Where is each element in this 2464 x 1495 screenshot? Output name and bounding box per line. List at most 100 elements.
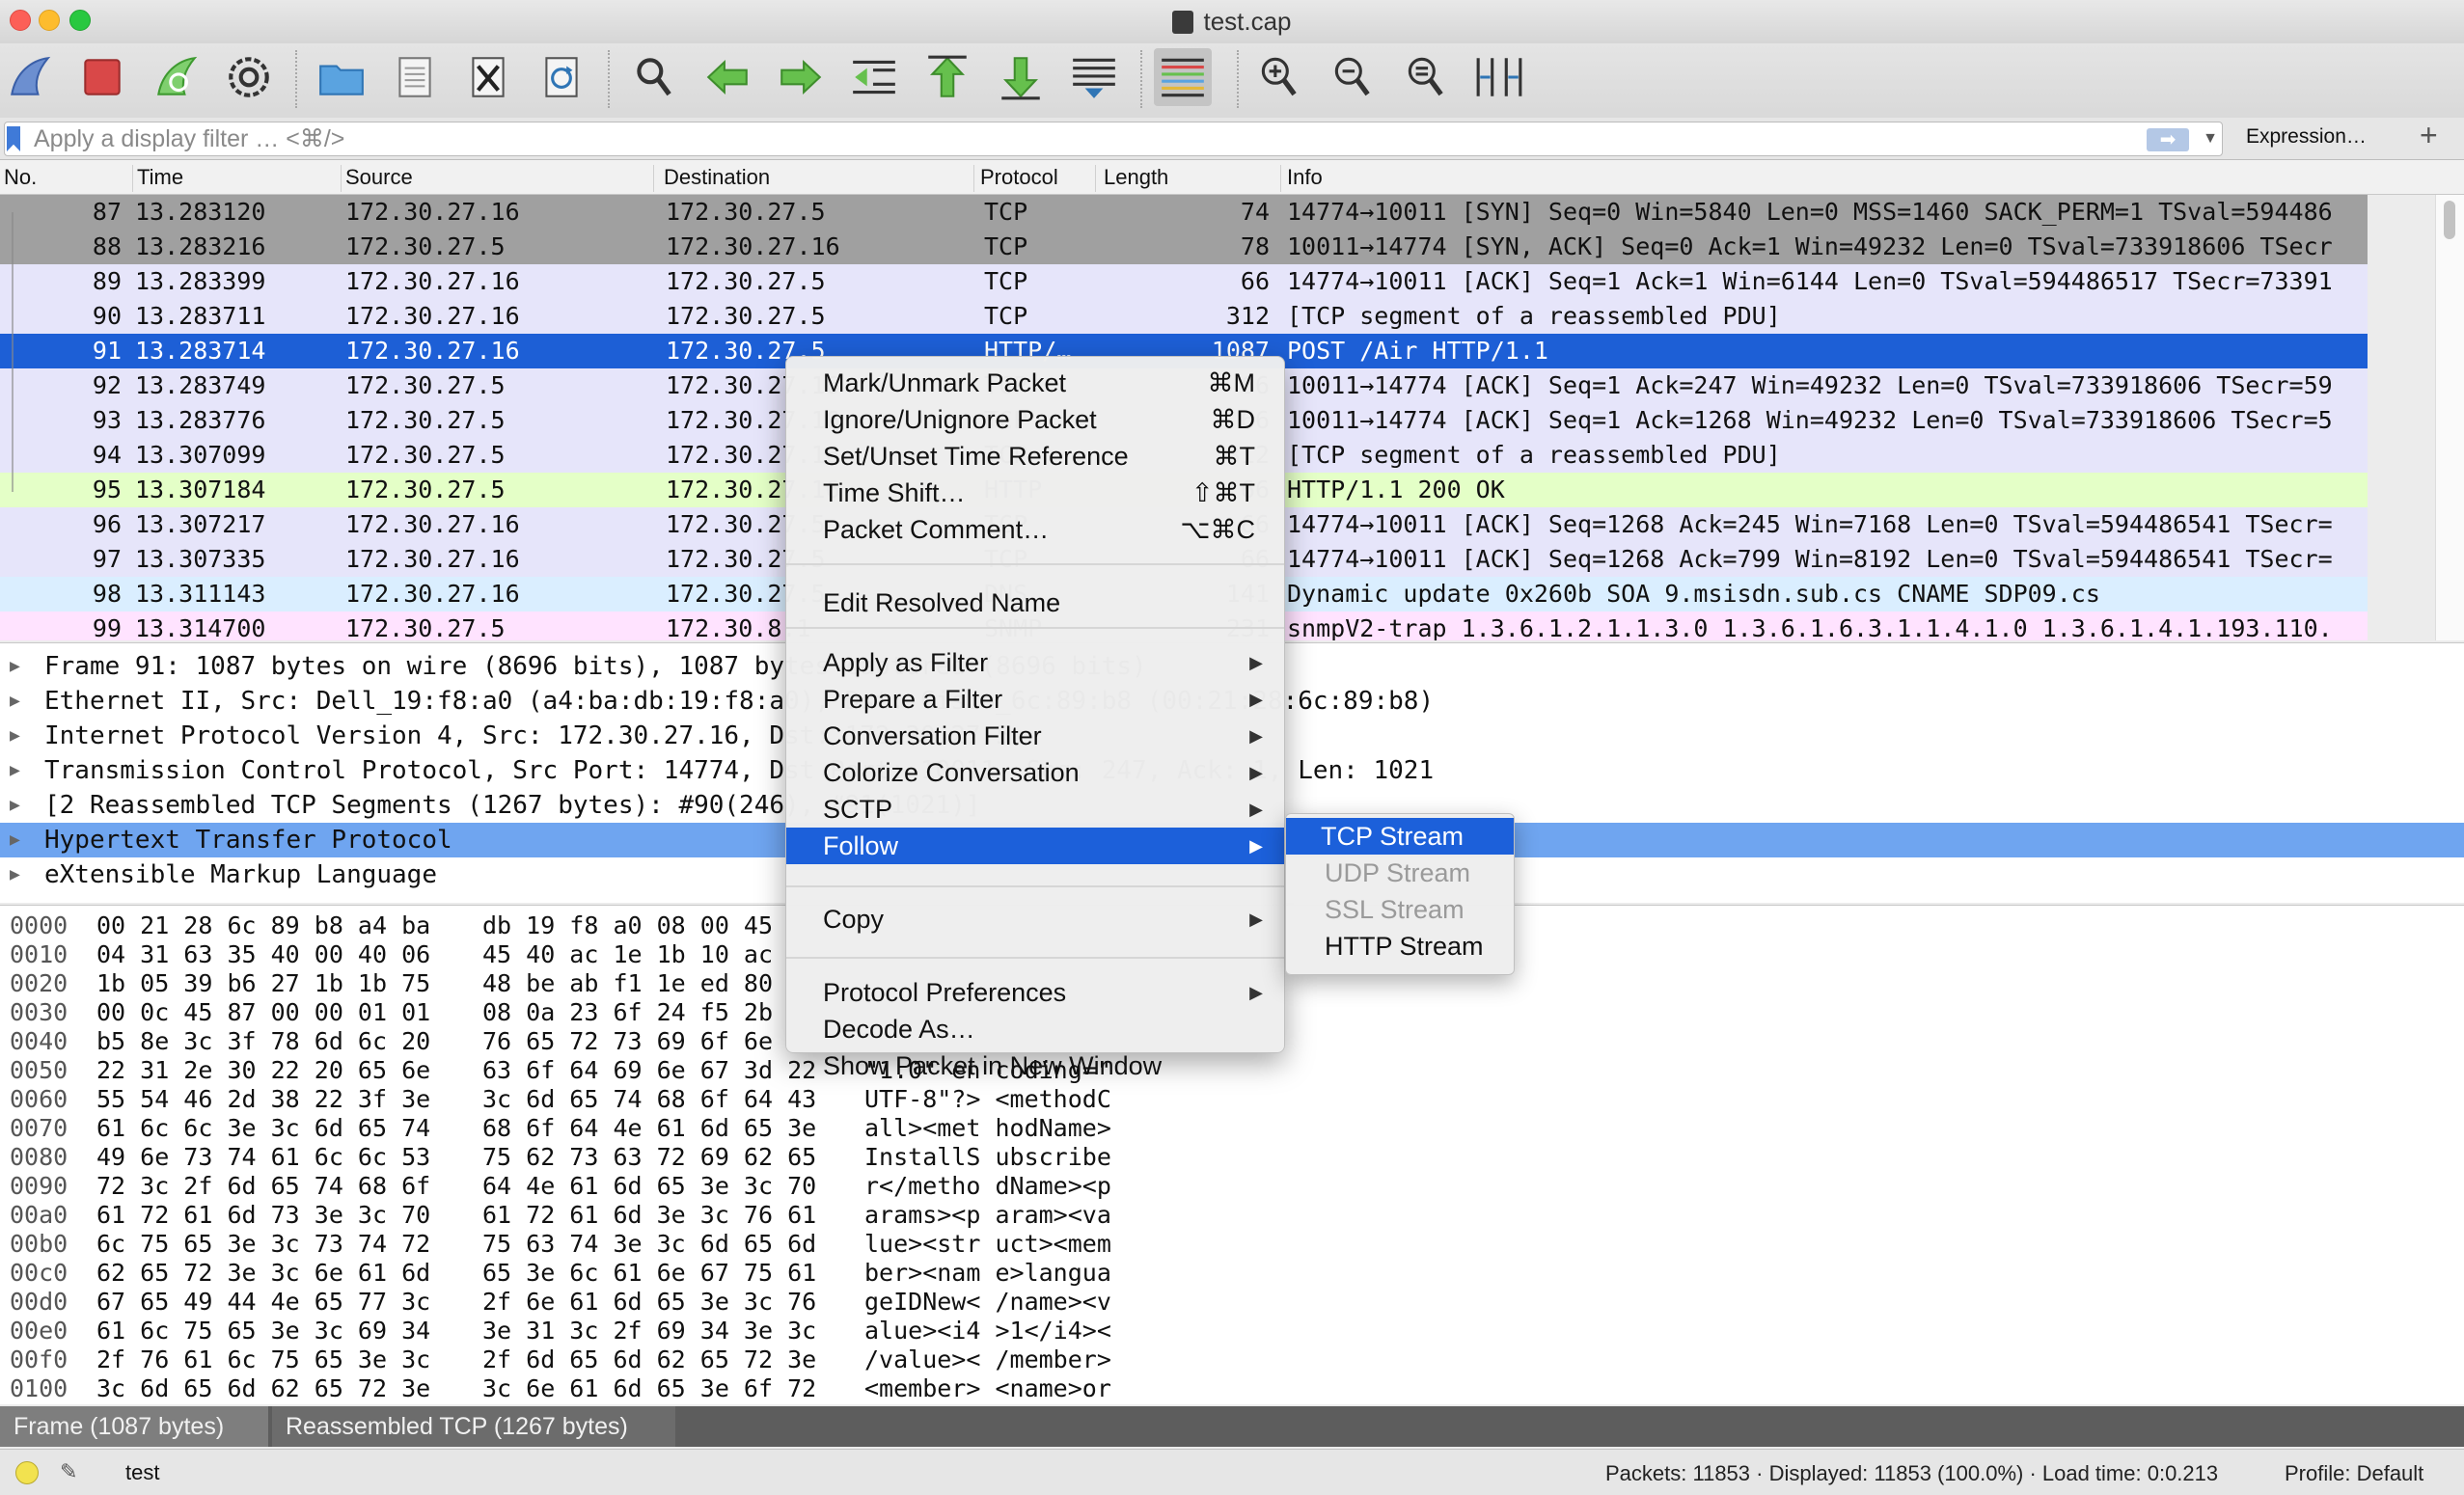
menu-item-sctp[interactable]: SCTP ▶ <box>786 791 1284 828</box>
open-folder-icon[interactable] <box>313 48 370 106</box>
column-header-source[interactable]: Source <box>342 165 654 192</box>
capture-comment-icon[interactable]: ✎ <box>60 1459 77 1484</box>
apply-filter-arrow-icon[interactable]: ➡ <box>2147 128 2189 151</box>
menu-item-show-packet-in-new-window[interactable]: Show Packet in New Window <box>786 1047 1284 1084</box>
zoom-normal-icon[interactable] <box>1397 48 1455 106</box>
submenu-arrow-icon: ▶ <box>1249 800 1263 819</box>
menu-item-colorize-conversation[interactable]: Colorize Conversation ▶ <box>786 754 1284 791</box>
expand-triangle-icon[interactable]: ▶ <box>10 684 20 719</box>
restart-icon[interactable] <box>147 48 205 106</box>
menu-item-edit-resolved-name[interactable]: Edit Resolved Name <box>786 584 1284 621</box>
packet-source: 172.30.27.16 <box>345 302 520 330</box>
hex-bytes: 22 31 2e 30 22 20 65 6e <box>96 1056 431 1084</box>
packet-no-cell: 98 <box>92 580 122 608</box>
shark-fin-start-icon[interactable] <box>0 48 58 106</box>
column-header-protocol[interactable]: Protocol <box>976 165 1096 192</box>
filter-history-chevron-down-icon[interactable]: ▼ <box>2199 124 2222 153</box>
packet-list-scrollbar[interactable] <box>2435 195 2464 640</box>
expand-triangle-icon[interactable]: ▶ <box>10 788 20 823</box>
submenu-arrow-icon: ▶ <box>1249 983 1263 1002</box>
window-title-text: test.cap <box>1203 7 1292 36</box>
autoscroll-icon[interactable] <box>1065 48 1123 106</box>
back-arrow-icon[interactable] <box>698 48 756 106</box>
menu-shortcut: ⌘D <box>1210 405 1256 434</box>
byte-offset: 0010 <box>10 940 68 968</box>
reload-icon[interactable] <box>533 48 590 106</box>
column-header-time[interactable]: Time <box>133 165 342 192</box>
menu-item-copy[interactable]: Copy ▶ <box>786 901 1284 938</box>
hex-bytes: 72 3c 2f 6d 65 74 68 6f <box>96 1172 431 1200</box>
zoom-in-icon[interactable] <box>1250 48 1308 106</box>
conversation-gutter-line <box>12 212 14 492</box>
menu-item-conversation-filter[interactable]: Conversation Filter ▶ <box>786 718 1284 754</box>
packet-protocol: TCP <box>984 198 1028 226</box>
display-filter-input[interactable] <box>34 122 2118 155</box>
status-profile[interactable]: Profile: Default <box>2285 1461 2423 1486</box>
packet-row[interactable]: 87 13.283120 172.30.27.16 172.30.27.5 TCP 74 1… <box>0 195 2368 230</box>
submenu-arrow-icon: ▶ <box>1249 726 1263 746</box>
toolbar-separator <box>295 50 297 108</box>
menu-item-set-unset-time-reference[interactable]: Set/Unset Time Reference ⌘T <box>786 438 1284 475</box>
tab-frame-bytes[interactable]: Frame (1087 bytes) <box>0 1406 268 1447</box>
packet-info: 14774→10011 [ACK] Seq=1268 Ack=799 Win=8… <box>1287 545 2333 573</box>
expert-info-status-icon[interactable] <box>15 1461 39 1484</box>
packet-length: 78 <box>1240 232 1270 260</box>
save-file-icon[interactable] <box>386 48 444 106</box>
close-file-icon[interactable] <box>459 48 517 106</box>
packet-row[interactable]: 88 13.283216 172.30.27.5 172.30.27.16 TCP 78 1… <box>0 230 2368 264</box>
menu-item-follow[interactable]: Follow ▶ <box>786 828 1284 864</box>
scrollbar-thumb[interactable] <box>2444 201 2455 239</box>
hex-bytes: 2f 6d 65 6d 62 65 72 3e <box>482 1346 817 1373</box>
menu-item-apply-as-filter[interactable]: Apply as Filter ▶ <box>786 644 1284 681</box>
expand-triangle-icon[interactable]: ▶ <box>10 753 20 788</box>
submenu-item-tcp-stream[interactable]: TCP Stream <box>1286 818 1514 855</box>
menu-item-label: Follow <box>823 831 899 860</box>
go-to-packet-icon[interactable] <box>845 48 903 106</box>
menu-item-packet-comment[interactable]: Packet Comment… ⌥⌘C <box>786 511 1284 548</box>
packet-no-cell: 89 <box>92 267 122 295</box>
add-filter-button[interactable]: + <box>2420 118 2438 153</box>
column-header-length[interactable]: Length <box>1100 165 1281 192</box>
menu-shortcut: ⌘T <box>1213 442 1256 471</box>
packet-row[interactable]: 89 13.283399 172.30.27.16 172.30.27.5 TCP 66 1… <box>0 264 2368 299</box>
menu-item-prepare-a-filter[interactable]: Prepare a Filter ▶ <box>786 681 1284 718</box>
colorize-icon[interactable] <box>1154 48 1212 106</box>
hex-bytes: 08 0a 23 6f 24 f5 2b <box>482 998 774 1026</box>
last-packet-icon[interactable] <box>992 48 1050 106</box>
expand-triangle-icon[interactable]: ▶ <box>10 649 20 684</box>
tab-reassembled-tcp[interactable]: Reassembled TCP (1267 bytes) <box>272 1406 675 1447</box>
submenu-item-http-stream[interactable]: HTTP Stream <box>1292 928 1508 965</box>
byte-offset: 0050 <box>10 1056 68 1084</box>
expression-button[interactable]: Expression… <box>2246 125 2367 149</box>
expand-triangle-icon[interactable]: ▶ <box>10 719 20 753</box>
find-icon[interactable] <box>625 48 683 106</box>
packet-time: 13.283749 <box>135 371 266 399</box>
ascii-bytes: r</metho dName><p <box>864 1172 1111 1200</box>
menu-item-mark-unmark-packet[interactable]: Mark/Unmark Packet ⌘M <box>786 365 1284 401</box>
menu-item-protocol-preferences[interactable]: Protocol Preferences ▶ <box>786 974 1284 1011</box>
hex-bytes: 1b 05 39 b6 27 1b 1b 75 <box>96 969 431 997</box>
expand-triangle-icon[interactable]: ▶ <box>10 823 20 857</box>
packet-info: 10011→14774 [ACK] Seq=1 Ack=1268 Win=492… <box>1287 406 2333 434</box>
menu-item-decode-as[interactable]: Decode As… <box>786 1011 1284 1047</box>
menu-shortcut: ⌘M <box>1207 368 1256 397</box>
packet-source: 172.30.27.5 <box>345 614 506 640</box>
menu-item-ignore-unignore-packet[interactable]: Ignore/Unignore Packet ⌘D <box>786 401 1284 438</box>
column-header-destination[interactable]: Destination <box>660 165 974 192</box>
column-header-no[interactable]: No. <box>0 165 133 192</box>
column-header-info[interactable]: Info <box>1283 165 2464 192</box>
ascii-bytes: UTF-8"?> <methodC <box>864 1085 1111 1113</box>
ascii-bytes: /value>< /member> <box>864 1346 1111 1373</box>
stop-icon[interactable] <box>73 48 131 106</box>
packet-destination: 172.30.27.5 <box>666 302 826 330</box>
resize-columns-icon[interactable] <box>1470 48 1528 106</box>
filter-bookmark-icon[interactable] <box>7 126 20 151</box>
options-gear-icon[interactable] <box>220 48 278 106</box>
menu-item-time-shift[interactable]: Time Shift… ⇧⌘T <box>786 475 1284 511</box>
forward-arrow-icon[interactable] <box>772 48 830 106</box>
expand-triangle-icon[interactable]: ▶ <box>10 857 20 892</box>
first-packet-icon[interactable] <box>918 48 976 106</box>
zoom-out-icon[interactable] <box>1324 48 1382 106</box>
packet-info: 14774→10011 [ACK] Seq=1268 Ack=245 Win=7… <box>1287 510 2333 538</box>
packet-row[interactable]: 90 13.283711 172.30.27.16 172.30.27.5 TCP 312… <box>0 299 2368 334</box>
